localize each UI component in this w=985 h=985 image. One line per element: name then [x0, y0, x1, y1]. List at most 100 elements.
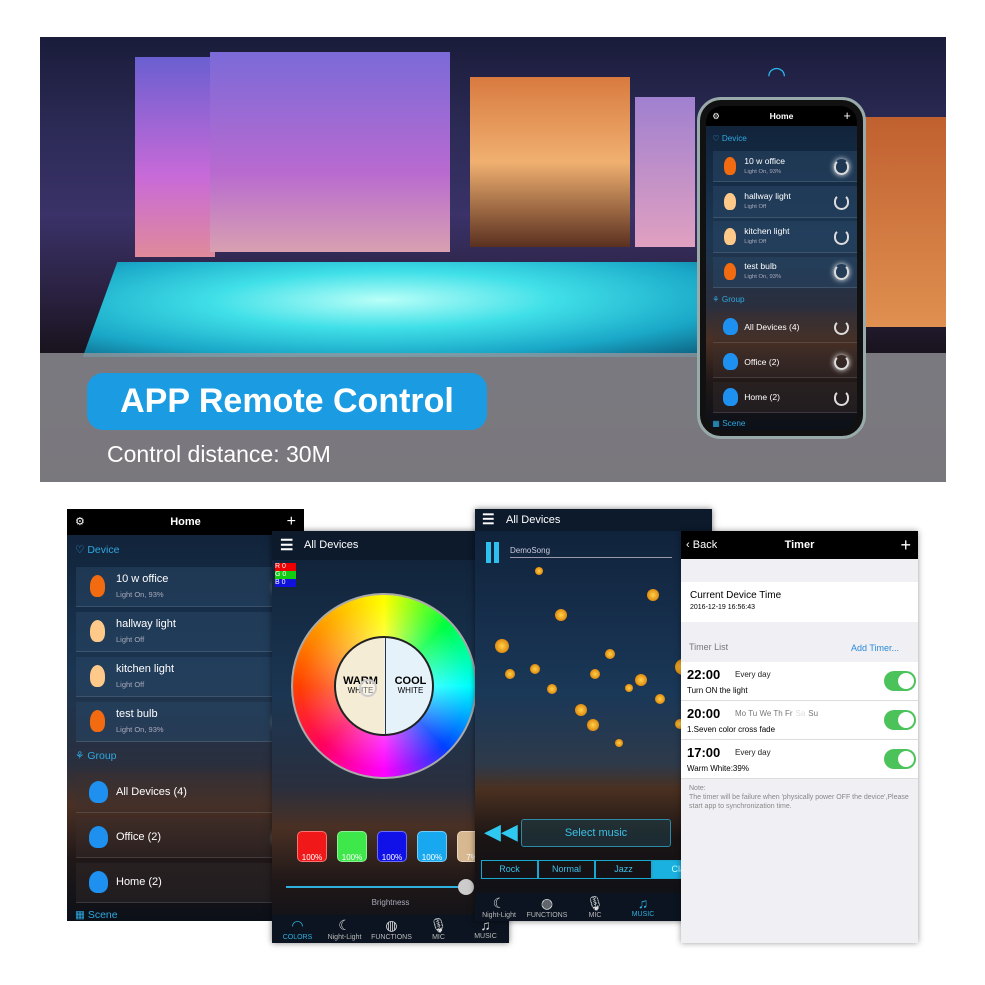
device-name: hallway light	[116, 618, 176, 630]
section-label: Device	[721, 134, 747, 144]
timer-row[interactable]: 20:00 Mo Tu We Th Fr Sa Su 1.Seven color cro…	[681, 701, 918, 740]
current-time-value: 2016-12-19 16:56:43	[690, 604, 755, 611]
group-name: Office (2)	[116, 831, 162, 843]
power-icon[interactable]	[833, 194, 850, 210]
music-icon: ♫	[637, 895, 649, 911]
b-label: B	[275, 579, 280, 586]
mic-icon: 🎙	[586, 895, 604, 911]
cool-white-button[interactable]: COOL WHITE	[386, 676, 432, 696]
bulb-icon	[90, 620, 105, 642]
tab-label: MUSIC	[631, 911, 655, 918]
cool-sub: WHITE	[397, 686, 424, 695]
menu-icon[interactable]: ☰	[280, 536, 293, 554]
color-preset-swatch[interactable]: 100%	[417, 831, 447, 862]
tab-functions[interactable]: ◍ FUNCTIONS	[523, 895, 571, 919]
device-name: 10 w office	[744, 155, 786, 166]
g-label: G	[275, 571, 281, 578]
add-icon[interactable]: +	[900, 531, 911, 559]
tab-music[interactable]: ♫ MUSIC	[619, 895, 667, 918]
night-light-icon: ☾	[492, 895, 506, 911]
power-icon[interactable]	[833, 159, 850, 175]
timer-repeat: Every day	[735, 670, 771, 679]
group-row[interactable]: Office (2)	[713, 347, 857, 379]
genre-tab-normal[interactable]: Normal	[538, 860, 595, 879]
timer-toggle[interactable]	[884, 749, 916, 769]
bokeh-light	[505, 669, 515, 679]
color-preset-swatch[interactable]: 100%	[297, 831, 327, 862]
scene-icon: ▦	[712, 419, 723, 428]
device-row[interactable]: kitchen light Light Off	[76, 657, 304, 697]
section-group[interactable]: ⚘ Group	[712, 294, 744, 304]
color-preset-swatch[interactable]: 100%	[377, 831, 407, 862]
power-icon[interactable]	[833, 229, 850, 245]
section-label: Scene	[722, 419, 746, 428]
menu-icon[interactable]: ☰	[482, 511, 495, 528]
pause-icon[interactable]	[486, 542, 491, 563]
section-scene[interactable]: ▦ Scene	[75, 909, 118, 921]
bulb-icon	[723, 227, 736, 245]
section-scene[interactable]: ▦ Scene	[712, 418, 745, 428]
back-button[interactable]: ‹ Back	[686, 531, 717, 559]
song-progress[interactable]	[510, 557, 672, 558]
power-icon[interactable]	[833, 264, 850, 280]
device-row[interactable]: 10 w office Light On, 93%	[76, 567, 304, 607]
device-row[interactable]: test bulb Light On, 93%	[76, 702, 304, 742]
tab-mic[interactable]: 🎙 MIC	[571, 895, 619, 919]
gear-icon[interactable]: ⚙	[75, 509, 85, 535]
current-time-label: Current Device Time	[690, 590, 782, 601]
color-wheel[interactable]: WARM WHITE COOL WHITE	[291, 593, 477, 779]
device-status: Light On, 93%	[744, 274, 782, 281]
tab-night-light[interactable]: ☾ Night-Light	[475, 895, 523, 919]
tab-night-light[interactable]: ☾ Night-Light	[321, 917, 368, 941]
brightness-slider[interactable]	[286, 886, 472, 888]
color-preset-swatch[interactable]: 100%	[337, 831, 367, 862]
home-title: Home	[769, 111, 794, 121]
timer-action: Warm White:39%	[687, 764, 749, 773]
select-music-button[interactable]: Select music	[521, 819, 671, 847]
bulb-icon	[90, 710, 105, 732]
power-icon[interactable]	[833, 319, 850, 336]
group-row[interactable]: Office (2)	[76, 818, 304, 858]
group-row[interactable]: All Devices (4)	[713, 311, 857, 344]
group-icon: ⚘	[75, 750, 88, 762]
group-bulb-icon	[89, 871, 108, 893]
device-status: Light On, 93%	[116, 725, 164, 734]
bulb-outline-icon: ♡	[75, 544, 88, 556]
window	[135, 57, 215, 257]
group-row[interactable]: All Devices (4)	[76, 773, 304, 813]
device-name: kitchen light	[116, 663, 175, 675]
color-picker-handle[interactable]	[359, 679, 377, 697]
timer-toggle[interactable]	[884, 710, 916, 730]
brightness-slider-handle[interactable]	[458, 879, 475, 895]
tab-mic[interactable]: 🎙 MIC	[415, 917, 462, 941]
device-row[interactable]: test bulb Light On, 93%	[713, 256, 857, 288]
rewind-icon[interactable]: ◀◀	[484, 821, 518, 843]
tab-colors[interactable]: ◠ COLORS	[274, 917, 321, 941]
timer-toggle[interactable]	[884, 671, 916, 691]
power-icon[interactable]	[833, 354, 850, 371]
tab-functions[interactable]: ◍ FUNCTIONS	[368, 917, 415, 941]
timer-row[interactable]: 22:00 Every day Turn ON the light	[681, 662, 918, 701]
section-group[interactable]: ⚘ Group	[75, 750, 117, 762]
bokeh-light	[615, 739, 623, 747]
add-timer-link[interactable]: Add Timer...	[851, 643, 899, 653]
timer-row[interactable]: 17:00 Every day Warm White:39%	[681, 740, 918, 779]
group-row[interactable]: Home (2)	[713, 382, 857, 414]
device-row[interactable]: hallway light Light Off	[713, 186, 857, 218]
device-name: test bulb	[744, 261, 777, 272]
section-device[interactable]: ♡ Device	[75, 544, 119, 556]
device-row[interactable]: kitchen light Light Off	[713, 221, 857, 253]
genre-tab-rock[interactable]: Rock	[481, 860, 538, 879]
add-icon[interactable]: +	[843, 106, 850, 126]
gear-icon[interactable]: ⚙	[712, 106, 720, 126]
device-row[interactable]: hallway light Light Off	[76, 612, 304, 652]
section-label: Device	[87, 544, 120, 556]
device-row[interactable]: 10 w office Light On, 93%	[713, 151, 857, 183]
genre-tab-jazz[interactable]: Jazz	[595, 860, 652, 879]
section-device[interactable]: ♡ Device	[712, 133, 747, 143]
power-icon[interactable]	[833, 389, 850, 406]
group-name: All Devices (4)	[116, 786, 187, 798]
group-row[interactable]: Home (2)	[76, 863, 304, 903]
device-status: Light On, 93%	[744, 169, 782, 176]
repeat-day: Su	[808, 709, 819, 718]
